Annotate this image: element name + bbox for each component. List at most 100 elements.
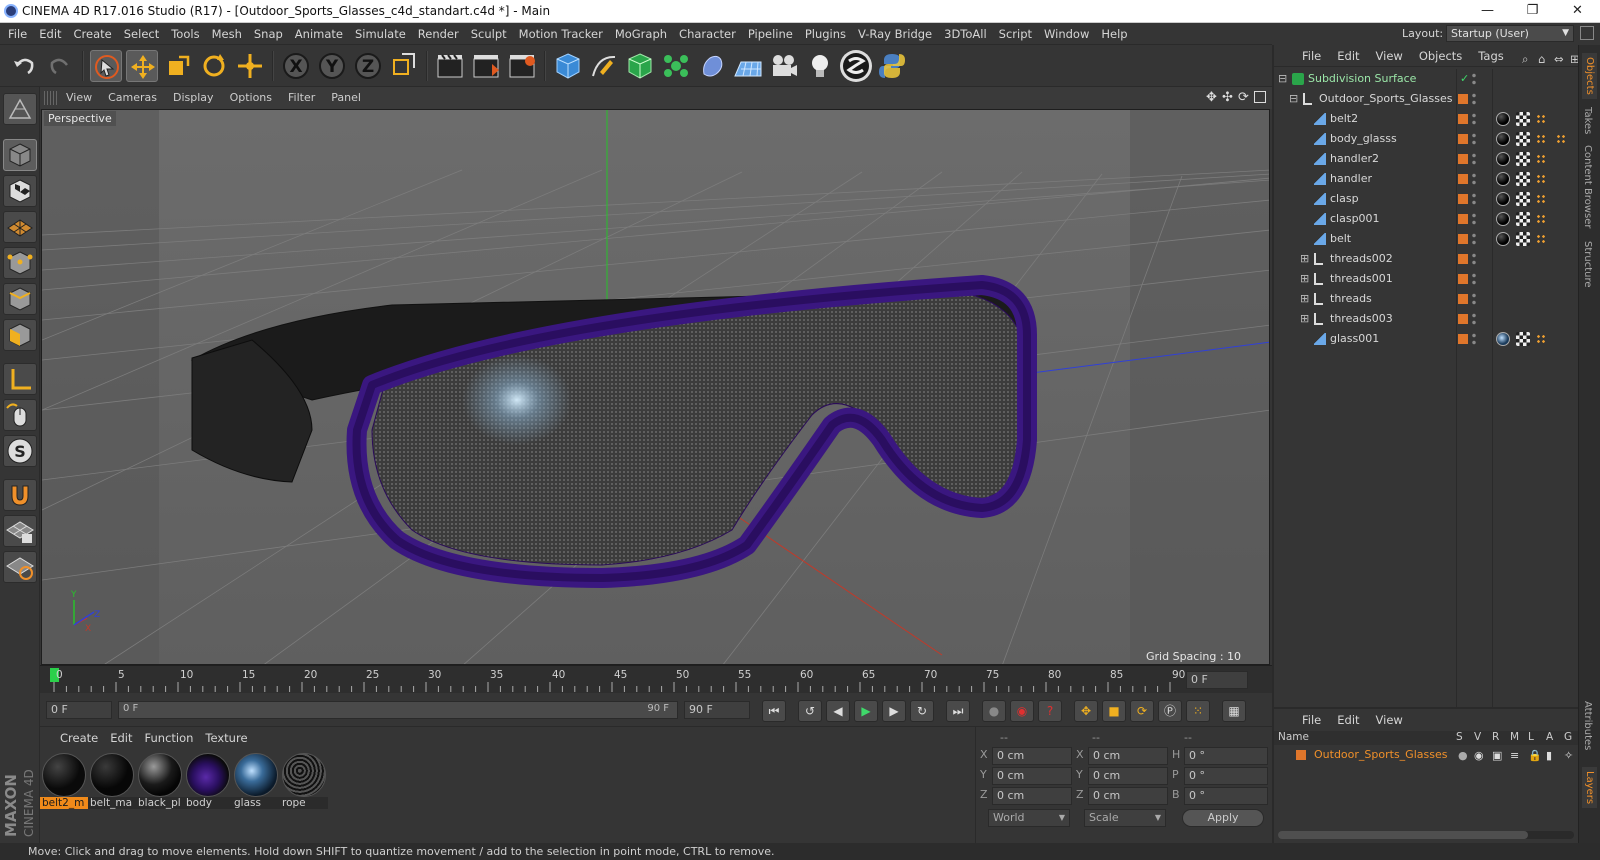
position-x-field[interactable]: 0 cm	[992, 747, 1072, 765]
live-selection-button[interactable]	[90, 50, 122, 82]
tab-objects[interactable]: Objects	[1582, 53, 1597, 99]
viewport-menu-panel[interactable]: Panel	[323, 87, 369, 109]
axis-z-lock-button[interactable]: Z	[352, 50, 384, 82]
menu-window[interactable]: Window	[1038, 23, 1095, 45]
object-row-threads001[interactable]: ⊞ threads001	[1274, 269, 1580, 289]
visibility-dots-icon[interactable]	[1472, 292, 1476, 306]
end-frame-field[interactable]: 90 F	[684, 701, 750, 719]
texture-tag-icon[interactable]	[1516, 212, 1530, 226]
make-editable-button[interactable]	[3, 93, 37, 125]
python-script-button[interactable]	[876, 50, 908, 82]
undo-button[interactable]	[8, 50, 40, 82]
texture-tag-icon[interactable]	[1516, 332, 1530, 346]
viewport-maximize-icon[interactable]	[1254, 91, 1266, 103]
collapse-icon[interactable]: ⊟	[1278, 69, 1287, 89]
texture-mode-button[interactable]	[3, 175, 37, 207]
object-name[interactable]: clasp001	[1330, 209, 1380, 229]
object-row-threads002[interactable]: ⊞ threads002	[1274, 249, 1580, 269]
phong-tag-icon[interactable]	[1536, 334, 1546, 344]
material-belt2[interactable]: belt2_m	[40, 753, 88, 813]
object-name[interactable]: handler	[1330, 169, 1372, 189]
material-rope[interactable]: rope	[280, 753, 328, 813]
camera-object-button[interactable]	[768, 50, 800, 82]
layer-color-swatch[interactable]	[1458, 114, 1468, 124]
expand-icon[interactable]: ⊞	[1300, 289, 1309, 309]
minimize-button[interactable]: —	[1465, 1, 1510, 21]
subdivision-surface-button[interactable]	[624, 50, 656, 82]
key-rotation-button[interactable]: ⟳	[1130, 700, 1154, 722]
phong-tag-icon[interactable]	[1536, 174, 1546, 184]
object-row-handler[interactable]: handler	[1274, 169, 1580, 189]
menu-animate[interactable]: Animate	[289, 23, 349, 45]
material-body[interactable]: body	[184, 753, 232, 813]
layer-color-swatch[interactable]	[1458, 254, 1468, 264]
edges-mode-button[interactable]	[3, 283, 37, 315]
phong-tag-icon[interactable]	[1536, 214, 1546, 224]
viewport-menu-view[interactable]: View	[58, 87, 100, 109]
object-row-outdoor-sports-glasses[interactable]: ⊟ Outdoor_Sports_Glasses	[1274, 89, 1580, 109]
object-row-belt2[interactable]: belt2	[1274, 109, 1580, 129]
tweak-mode-button[interactable]	[3, 399, 37, 431]
viewport-rotate-icon[interactable]: ⟳	[1238, 90, 1249, 105]
visibility-dots-icon[interactable]	[1472, 112, 1476, 126]
play-button[interactable]: ▶	[854, 700, 878, 722]
object-row-belt[interactable]: belt	[1274, 229, 1580, 249]
transform-tool-button[interactable]	[234, 50, 266, 82]
menu-file[interactable]: File	[0, 23, 33, 45]
material-tag-icon[interactable]	[1496, 332, 1510, 346]
material-tag-icon[interactable]	[1496, 132, 1510, 146]
menu-mesh[interactable]: Mesh	[206, 23, 248, 45]
layer-color-swatch[interactable]	[1458, 154, 1468, 164]
material-tag-icon[interactable]	[1496, 192, 1510, 206]
visibility-dots-icon[interactable]	[1472, 72, 1476, 86]
points-mode-button[interactable]	[3, 247, 37, 279]
material-tag-icon[interactable]	[1496, 172, 1510, 186]
objects-menu-objects[interactable]: Objects	[1411, 45, 1470, 67]
eye-icon[interactable]: ◉	[1474, 749, 1484, 762]
layers-menu-file[interactable]: File	[1294, 709, 1329, 731]
timeline-ruler[interactable]: 0 5 10 15 20 25 30 35 40 45 50 55 60 65 70 75 80 85 90 0 F	[40, 665, 1272, 693]
layer-name[interactable]: Outdoor_Sports_Glasses	[1314, 748, 1447, 761]
key-pla-button[interactable]: ⁙	[1186, 700, 1210, 722]
keyframe-selection-button[interactable]: ?	[1038, 700, 1062, 722]
layer-color-swatch[interactable]	[1458, 314, 1468, 324]
scale-tool-button[interactable]	[162, 50, 194, 82]
objects-menu-view[interactable]: View	[1368, 45, 1411, 67]
rotation-p-field[interactable]: 0 °	[1184, 767, 1268, 785]
layer-color-swatch[interactable]	[1458, 134, 1468, 144]
object-name[interactable]: belt2	[1330, 109, 1358, 129]
menu-edit[interactable]: Edit	[33, 23, 67, 45]
phong-tag-icon[interactable]	[1536, 134, 1546, 144]
object-row-glass001[interactable]: glass001	[1274, 329, 1580, 349]
object-name[interactable]: threads003	[1330, 309, 1393, 329]
lock-icon[interactable]: 🔒	[1528, 749, 1542, 762]
visibility-dots-icon[interactable]	[1472, 312, 1476, 326]
phong-tag-icon[interactable]	[1536, 114, 1546, 124]
axis-mode-button[interactable]	[3, 363, 37, 395]
texture-tag-icon[interactable]	[1516, 112, 1530, 126]
menu-motion-tracker[interactable]: Motion Tracker	[513, 23, 609, 45]
layer-color-swatch[interactable]	[1458, 214, 1468, 224]
material-menu-texture[interactable]: Texture	[199, 727, 253, 749]
visibility-dots-icon[interactable]	[1472, 132, 1476, 146]
object-name[interactable]: belt	[1330, 229, 1351, 249]
generator-toggle-icon[interactable]: ✧	[1564, 749, 1573, 762]
object-row-body-glasss[interactable]: body_glasss	[1274, 129, 1580, 149]
menu-help[interactable]: Help	[1095, 23, 1133, 45]
viewport-menu-cameras[interactable]: Cameras	[100, 87, 165, 109]
size-mode-select[interactable]: Scale ▼	[1084, 809, 1166, 827]
size-y-field[interactable]: 0 cm	[1088, 767, 1168, 785]
viewport-move-icon[interactable]: ✥	[1206, 90, 1217, 105]
texture-tag-icon[interactable]	[1516, 172, 1530, 186]
menu-plugins[interactable]: Plugins	[799, 23, 852, 45]
pen-spline-button[interactable]	[588, 50, 620, 82]
size-x-field[interactable]: 0 cm	[1088, 747, 1168, 765]
viewport-menu-display[interactable]: Display	[165, 87, 222, 109]
visibility-dots-icon[interactable]	[1472, 172, 1476, 186]
tab-takes[interactable]: Takes	[1582, 107, 1593, 134]
horizontal-scrollbar[interactable]	[1278, 831, 1574, 839]
planar-workplane-button[interactable]	[3, 551, 37, 583]
viewport-zoom-icon[interactable]: ✣	[1222, 90, 1233, 105]
material-menu-create[interactable]: Create	[54, 727, 104, 749]
object-row-subdivision-surface[interactable]: ⊟ Subdivision Surface ✓	[1274, 69, 1580, 89]
